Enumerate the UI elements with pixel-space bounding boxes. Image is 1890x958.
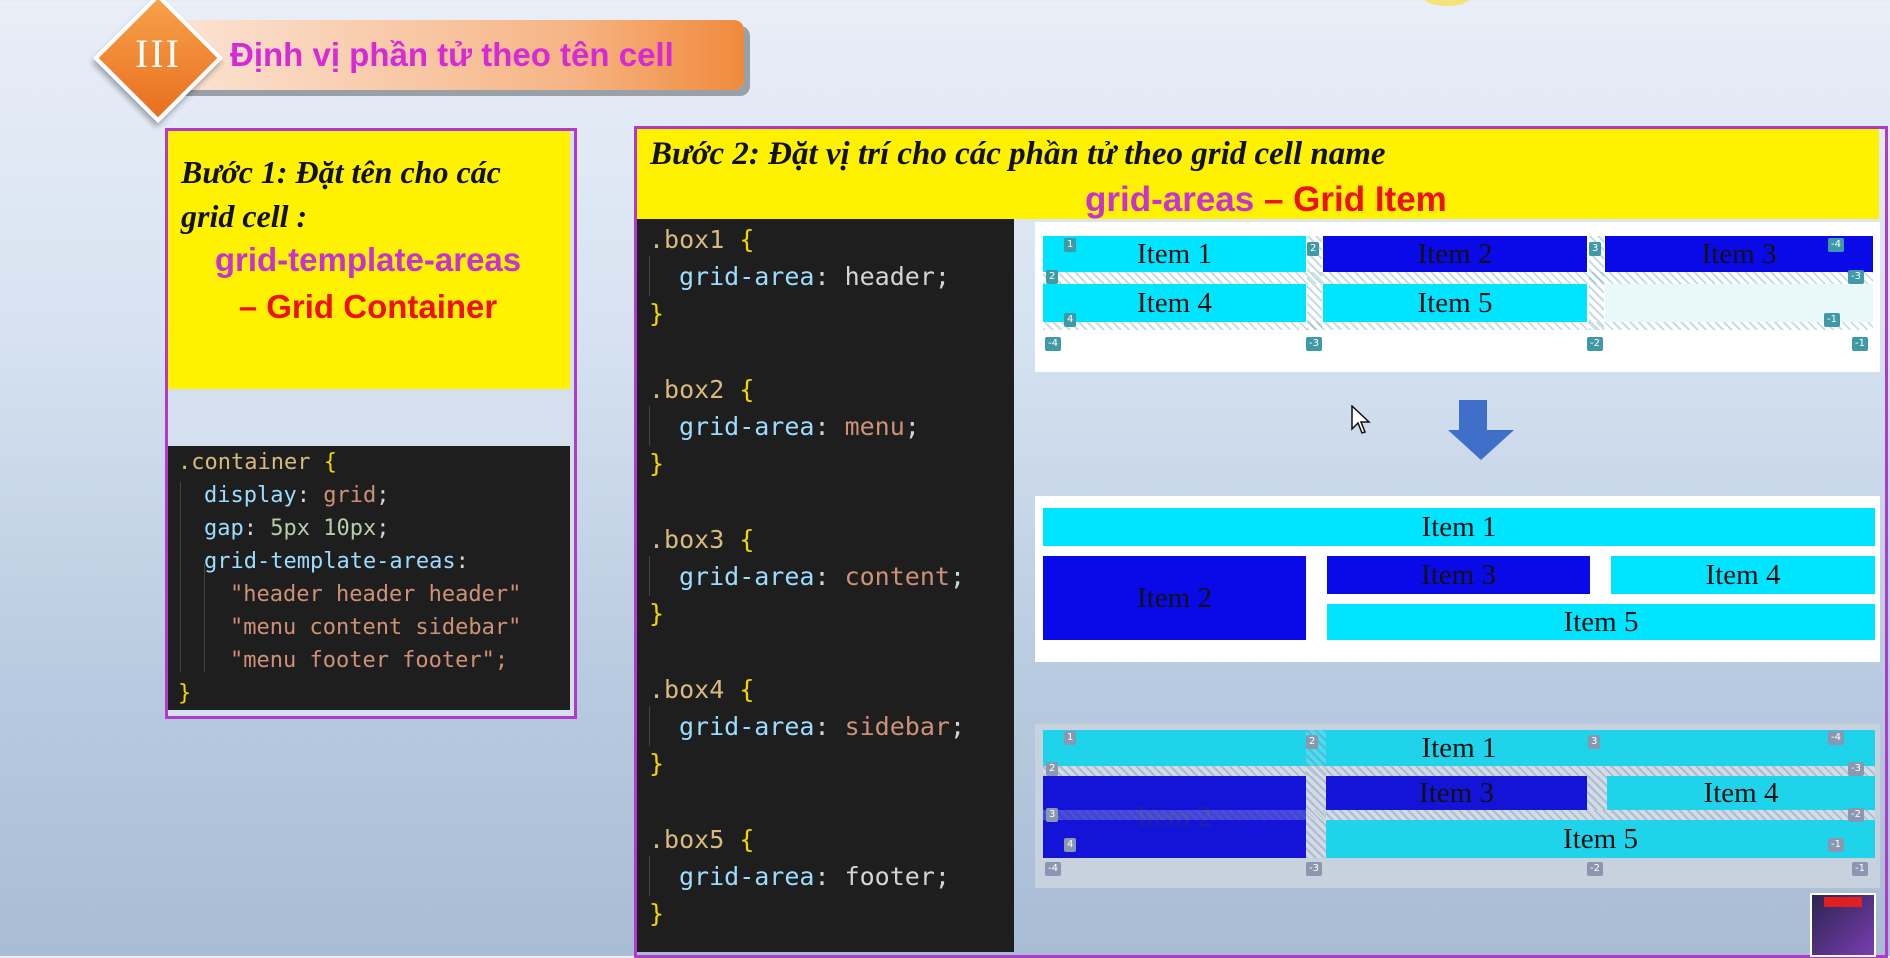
code-line: } [649,599,665,628]
indent-guide [649,256,650,296]
code-line: .box5 { [649,825,755,854]
grid-item-4: Item 4 [1607,776,1875,810]
code-line: .box3 { [649,525,755,554]
grid-item-2: Item 2 [1323,236,1587,272]
section-number: III [135,31,181,76]
step2-subject: – Grid Item [1254,180,1447,219]
grid-line-number: -2 [1587,337,1603,351]
indent-guide [649,706,650,746]
step1-keyword: grid-template-areas [214,241,522,278]
grid-item-5: Item 5 [1327,604,1875,640]
grid-line-number: -4 [1828,238,1844,252]
grid-line-number: -3 [1306,337,1322,351]
mouse-cursor-icon [1351,405,1371,434]
code-line: } [649,899,665,928]
grid-line-number: 4 [1064,313,1077,327]
indent-guide [649,556,650,596]
grid-line-number: -3 [1848,270,1864,284]
grid-item-4: Item 4 [1611,556,1875,594]
grid-line-number: 2 [1306,735,1319,749]
indent-guide [204,564,205,672]
code-line: grid-area: sidebar; [679,712,965,741]
grid-line-number: -4 [1045,862,1061,876]
container-code-block: .container { display: grid; gap: 5px 10p… [168,446,570,710]
step2-keyword-line: grid-areas – Grid Item [1085,180,1447,220]
grid-item-3: Item 3 [1326,776,1587,810]
grid-line-number: -4 [1828,731,1844,745]
arrow-down-icon [1459,400,1487,432]
code-line: "menu footer footer"; [230,648,509,673]
step1-subject: – Grid Container [238,288,498,325]
code-line: } [649,449,665,478]
code-line: gap: 5px 10px; [204,516,390,541]
step1-heading: Bước 1: Đặt tên cho các grid cell : [181,150,566,238]
grid-line-number: -2 [1587,862,1603,876]
grid-item-5: Item 5 [1323,284,1587,322]
code-line: grid-area: footer; [679,862,950,891]
indent-guide [649,406,650,446]
grid-line-number: -2 [1848,808,1864,822]
grid-line-number: -1 [1852,862,1868,876]
grid-line-number: 2 [1046,762,1059,776]
indent-guide [649,856,650,896]
grid-item-2: Item 2 [1043,556,1306,640]
code-line: display: grid; [204,483,390,508]
grid-line-number: 3 [1588,735,1601,749]
code-line: } [649,299,665,328]
grid-line-number: 1 [1064,731,1077,745]
code-line: grid-template-areas: [204,549,469,574]
code-line: .box4 { [649,675,755,704]
code-line: grid-area: header; [679,262,950,291]
section-title: Định vị phần tử theo tên cell [230,36,674,73]
code-line: .box1 { [649,225,755,254]
grid-line-number: -1 [1852,337,1868,351]
grid-item-4: Item 4 [1043,284,1306,322]
row-gap-overlay [1043,810,1875,820]
code-line: "menu content sidebar" [230,615,522,640]
step2-heading: Bước 2: Đặt vị trí cho các phần tử theo … [650,136,1386,172]
grid-item-1: Item 1 [1043,730,1875,766]
grid-item-3: Item 3 [1327,556,1590,594]
grid-item-1: Item 1 [1043,508,1875,546]
subscribe-badge [1824,897,1862,907]
grid-line-number: 3 [1046,808,1059,822]
grid-item-1: Item 1 [1043,236,1306,272]
row-gap-overlay [1043,272,1873,284]
grid-line-number: -1 [1828,838,1844,852]
code-line: grid-area: menu; [679,412,920,441]
grid-line-number: 2 [1307,242,1320,256]
column-gap-overlay [1587,776,1607,810]
code-line: "header header header" [230,582,522,607]
grid-line-number: -1 [1824,313,1840,327]
items-code-block: .box1 { grid-area: header; } .box2 { gri… [637,219,1014,952]
code-line: } [178,681,192,706]
row-gap-overlay [1043,322,1873,330]
grid-line-number: 3 [1589,242,1602,256]
grid-item-5: Item 5 [1326,820,1875,858]
step2-keyword: grid-areas [1085,180,1255,219]
grid-line-number: -4 [1045,337,1061,351]
grid-line-number: -3 [1848,762,1864,776]
column-gap-overlay [1306,730,1326,858]
grid-line-number: 2 [1046,270,1059,284]
grid-line-number: 4 [1064,838,1077,852]
step1-heading-line1: Bước 1: Đặt tên cho các [181,154,501,190]
decorative-glow [1422,0,1472,6]
code-line: .container { [178,450,337,475]
grid-line-number: -3 [1306,862,1322,876]
indent-guide [180,482,181,672]
arrow-down-icon-head [1448,430,1514,460]
grid-line-number: 1 [1064,238,1077,252]
code-line: } [649,749,665,778]
channel-avatar[interactable] [1810,893,1876,957]
step1-heading-line2: grid cell : [181,198,308,234]
code-line: .box2 { [649,375,755,404]
row-gap-overlay [1043,766,1875,776]
code-line: grid-area: content; [679,562,965,591]
